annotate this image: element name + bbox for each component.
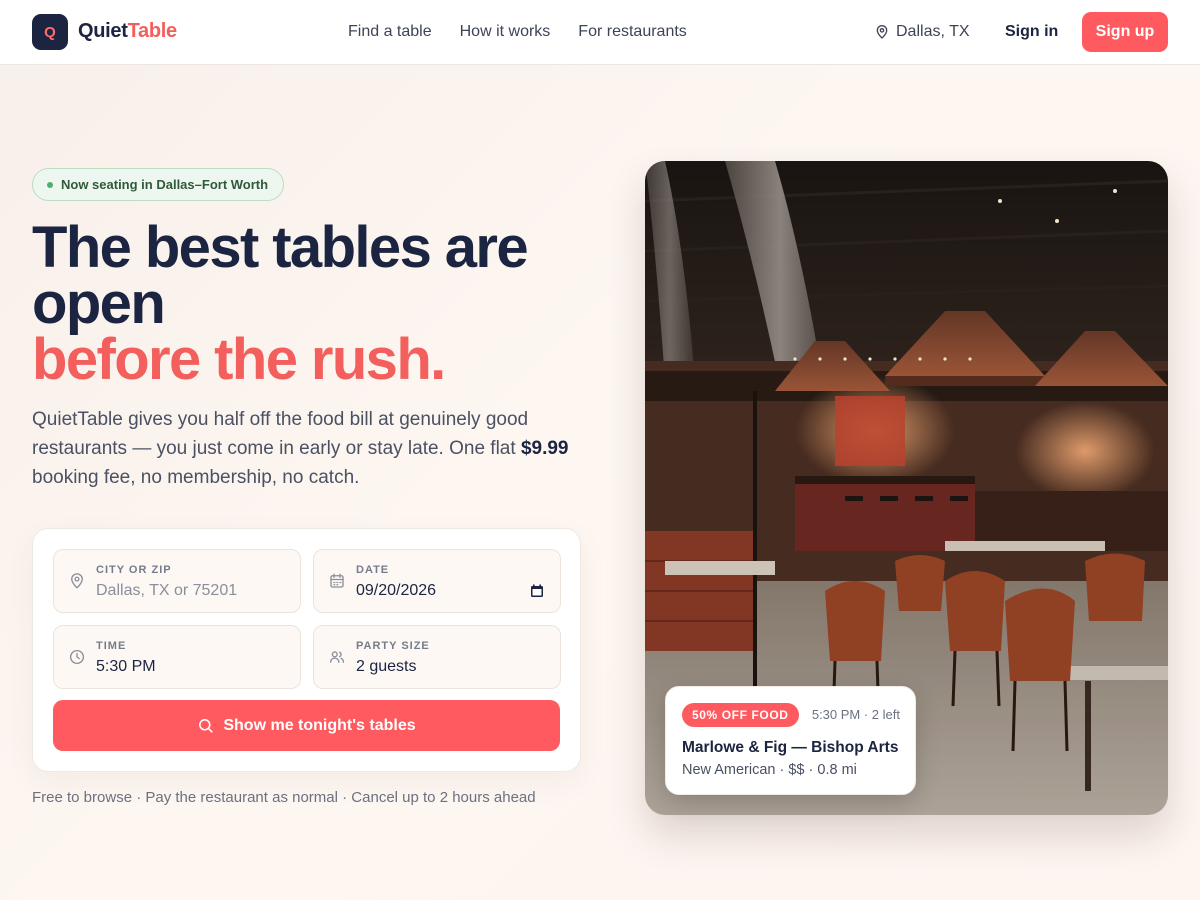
lead-text-start: QuietTable gives you half off the food b… <box>32 409 529 459</box>
search-tables-button[interactable]: Show me tonight's tables <box>53 700 560 751</box>
map-pin-icon <box>71 573 83 589</box>
page-title: The best tables are open before the rush… <box>32 219 592 392</box>
featured-deal-card[interactable]: 50% OFF FOOD 5:30 PM · 2 left Marlowe & … <box>665 686 916 795</box>
party-size-label: PARTY SIZE <box>356 640 430 652</box>
hero-description: QuietTable gives you half off the food b… <box>32 405 577 492</box>
calendar-picker-icon[interactable] <box>530 584 544 598</box>
city-field-label: CITY OR ZIP <box>96 564 172 576</box>
calendar-icon <box>330 573 344 588</box>
time-field[interactable]: TIME 5:30 PM <box>53 625 301 689</box>
time-field-label: TIME <box>96 640 127 652</box>
nav-link-find-table[interactable]: Find a table <box>348 22 432 42</box>
map-pin-icon <box>876 25 888 39</box>
status-badge-label: Now seating in Dallas–Fort Worth <box>61 177 269 192</box>
city-input[interactable] <box>96 581 286 601</box>
logo-mark[interactable]: Q <box>32 14 68 50</box>
location-label: Dallas, TX <box>896 23 970 40</box>
users-icon <box>329 651 345 663</box>
search-tables-button-label: Show me tonight's tables <box>223 716 416 734</box>
clock-icon <box>69 649 85 665</box>
search-footnote: Free to browse · Pay the restaurant as n… <box>32 789 536 806</box>
deal-time-availability: 5:30 PM · 2 left <box>811 707 900 722</box>
time-select[interactable]: 5:30 PM <box>96 657 156 677</box>
nav-link-for-restaurants[interactable]: For restaurants <box>578 22 686 42</box>
headline-accent: before the rush. <box>32 327 446 392</box>
search-icon <box>199 719 214 733</box>
nav-link-how-it-works[interactable]: How it works <box>460 22 551 42</box>
brand-name-part2: Table <box>127 20 178 42</box>
top-nav: Q QuietTable Find a table How it works F… <box>0 0 1200 65</box>
booking-fee-price: $9.99 <box>520 438 569 459</box>
headline-main: The best tables are open <box>32 215 529 336</box>
party-size-select[interactable]: 2 guests <box>356 657 416 677</box>
restaurant-name: Marlowe & Fig — Bishop Arts <box>682 739 899 756</box>
party-size-field[interactable]: PARTY SIZE 2 guests <box>313 625 561 689</box>
lead-text-end: booking fee, no membership, no catch. <box>32 467 360 488</box>
date-field[interactable]: DATE 09/20/2026 <box>313 549 561 613</box>
date-field-label: DATE <box>356 564 390 576</box>
primary-nav: Find a table How it works For restaurant… <box>348 22 687 42</box>
brand-name-part1: Quiet <box>78 20 128 42</box>
sign-up-button[interactable]: Sign up <box>1082 12 1168 52</box>
status-badge: Now seating in Dallas–Fort Worth <box>32 168 285 201</box>
restaurant-details: New American · $$ · 0.8 mi <box>682 762 857 778</box>
search-form: CITY OR ZIP DATE 09/20/2026 TIME 5:30 PM… <box>32 528 581 772</box>
sign-in-link[interactable]: Sign in <box>1005 22 1058 42</box>
date-input[interactable]: 09/20/2026 <box>356 581 436 601</box>
status-dot <box>47 181 53 188</box>
brand-logo[interactable]: QuietTable <box>78 19 177 43</box>
discount-badge: 50% OFF FOOD <box>682 703 799 727</box>
location-selector[interactable]: Dallas, TX <box>874 22 970 42</box>
city-field[interactable]: CITY OR ZIP <box>53 549 301 613</box>
